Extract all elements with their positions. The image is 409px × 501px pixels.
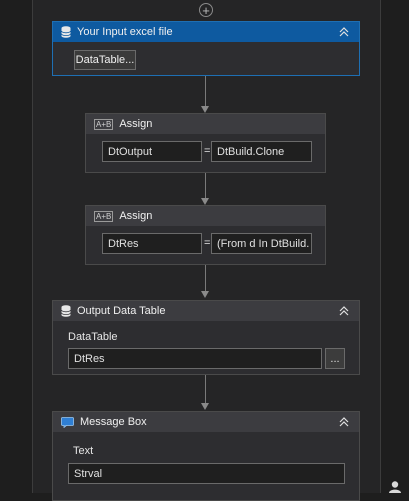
connector-line — [205, 173, 206, 199]
assign-to-field[interactable]: DtRes — [102, 233, 202, 254]
activity-title: Output Data Table — [77, 305, 166, 317]
activity-assign-dtres[interactable]: A+B Assign DtRes = (From d In DtBuild. — [85, 205, 326, 265]
database-icon — [61, 26, 71, 38]
assign-icon: A+B — [94, 118, 114, 130]
connector-line — [205, 76, 206, 107]
connector-line — [205, 375, 206, 404]
activity-header[interactable]: Message Box — [53, 412, 359, 432]
activity-assign-dtoutput[interactable]: A+B Assign DtOutput = DtBuild.Clone — [85, 113, 326, 173]
collapse-icon[interactable] — [337, 415, 351, 429]
datatable-input[interactable]: DtRes — [68, 348, 322, 369]
add-activity-icon[interactable]: + — [199, 3, 213, 17]
datatable-chip[interactable]: DataTable... — [74, 50, 136, 70]
connector-arrow — [201, 291, 209, 298]
equals-sign: = — [204, 237, 211, 249]
datatable-label: DataTable — [68, 331, 118, 343]
collapse-icon[interactable] — [337, 25, 351, 39]
activity-header[interactable]: Output Data Table — [53, 301, 359, 321]
equals-sign: = — [204, 145, 211, 157]
activity-title: Your Input excel file — [77, 26, 173, 38]
message-box-icon — [61, 416, 74, 428]
assign-to-field[interactable]: DtOutput — [102, 141, 202, 162]
assign-icon: A+B — [94, 210, 114, 222]
activity-header[interactable]: A+B Assign — [86, 206, 325, 226]
sequence-border-right — [380, 0, 381, 493]
activity-header[interactable]: A+B Assign — [86, 114, 325, 134]
connector-arrow — [201, 403, 209, 410]
sequence-border-left — [32, 0, 33, 493]
activity-message-box[interactable]: Message Box Text Strval — [52, 411, 360, 501]
browse-button[interactable]: ... — [325, 348, 345, 369]
activity-read-input-excel[interactable]: Your Input excel file DataTable... — [52, 21, 360, 76]
message-text-input[interactable]: Strval — [68, 463, 345, 484]
connector-arrow — [201, 198, 209, 205]
connector-arrow — [201, 106, 209, 113]
activity-header[interactable]: Your Input excel file — [53, 22, 359, 42]
assign-value-field[interactable]: DtBuild.Clone — [211, 141, 312, 162]
connector-line — [205, 265, 206, 292]
activity-title: Message Box — [80, 416, 147, 428]
collapse-icon[interactable] — [337, 304, 351, 318]
text-label: Text — [73, 445, 94, 457]
activity-title: Assign — [119, 210, 153, 222]
assign-value-field[interactable]: (From d In DtBuild. — [211, 233, 312, 254]
database-icon — [61, 305, 71, 317]
activity-output-data-table[interactable]: Output Data Table DataTable DtRes ... — [52, 300, 360, 375]
activity-title: Assign — [119, 118, 153, 130]
avatar-icon — [389, 481, 401, 493]
